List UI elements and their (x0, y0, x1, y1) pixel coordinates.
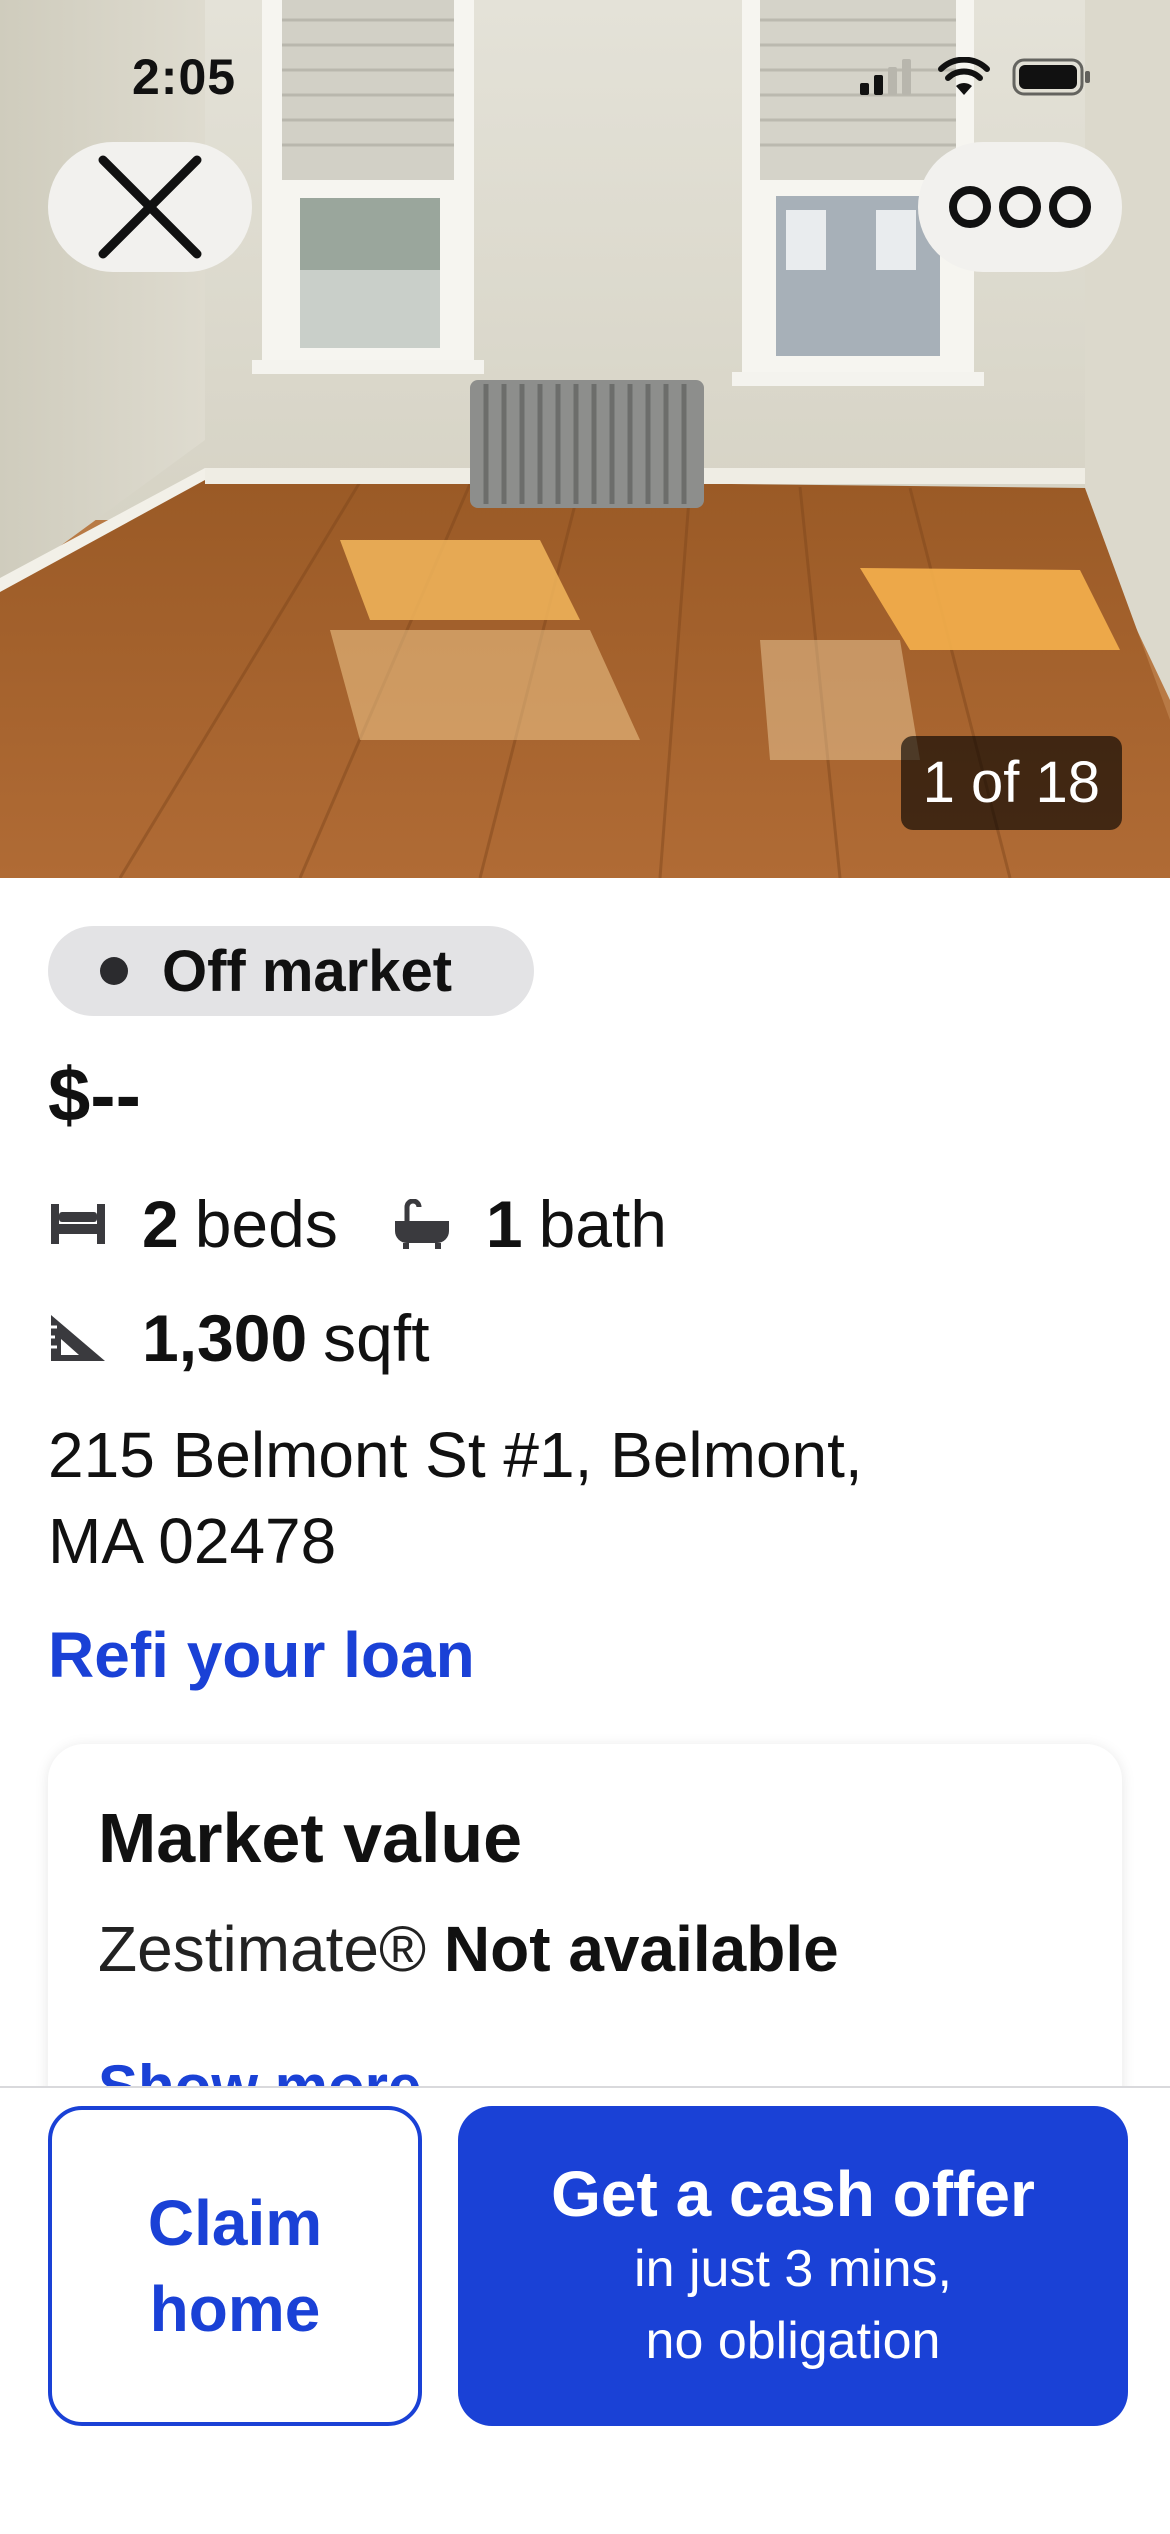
close-icon (98, 155, 202, 259)
status-label: Off market (162, 938, 453, 1004)
beds-baths-row: 2 beds 1 bath (48, 1186, 667, 1262)
bed-icon (48, 1199, 108, 1249)
sqft-value: 1,300 (142, 1301, 308, 1375)
battery-icon (1012, 58, 1090, 96)
sqft-unit: sqft (323, 1301, 430, 1375)
zestimate-value: Not available (443, 1913, 839, 1985)
cash-offer-sub2: no obligation (645, 2312, 941, 2370)
status-time: 2:05 (132, 49, 237, 105)
more-options-button[interactable] (918, 142, 1122, 272)
market-value-title: Market value (98, 1799, 523, 1877)
claim-label-line1: Claim (147, 2187, 323, 2259)
cash-offer-button[interactable]: Get a cash offer in just 3 mins, no obli… (458, 2106, 1128, 2426)
beds-value: 2 (142, 1187, 179, 1261)
listing-photo[interactable]: 2:05 1 of 18 (0, 0, 1170, 878)
address-line-2: MA 02478 (48, 1505, 337, 1577)
photo-counter: 1 of 18 (900, 736, 1122, 830)
bottom-action-bar: Claim home Get a cash offer in just 3 mi… (0, 2086, 1170, 2534)
more-dots-icon (949, 186, 1091, 228)
baths-value: 1 (485, 1187, 523, 1261)
listing-address: 215 Belmont St #1, Belmont, MA 02478 (48, 1412, 1008, 1584)
listing-price: $-- (48, 1053, 141, 1138)
sqft-row: 1,300 sqft (48, 1300, 430, 1376)
cash-offer-title: Get a cash offer (551, 2158, 1035, 2230)
ruler-triangle-icon (48, 1313, 108, 1363)
claim-home-button[interactable]: Claim home (48, 2106, 422, 2426)
claim-label-line2: home (149, 2273, 321, 2345)
zestimate-row: Zestimate® Not available (98, 1912, 839, 1986)
close-button[interactable] (48, 142, 252, 272)
zestimate-label: Zestimate® (98, 1913, 427, 1985)
refi-loan-link[interactable]: Refi your loan (48, 1618, 475, 1692)
baths-unit: bath (538, 1187, 668, 1261)
cash-offer-sub1: in just 3 mins, (634, 2240, 952, 2298)
address-line-1: 215 Belmont St #1, Belmont, (48, 1419, 863, 1491)
status-icons (858, 56, 1092, 98)
wifi-icon (938, 57, 990, 95)
listing-status-badge: Off market (48, 926, 534, 1016)
bathtub-icon (392, 1199, 452, 1249)
cellular-signal-icon (860, 59, 911, 95)
status-dot-icon (100, 957, 128, 985)
beds-unit: beds (194, 1187, 338, 1261)
